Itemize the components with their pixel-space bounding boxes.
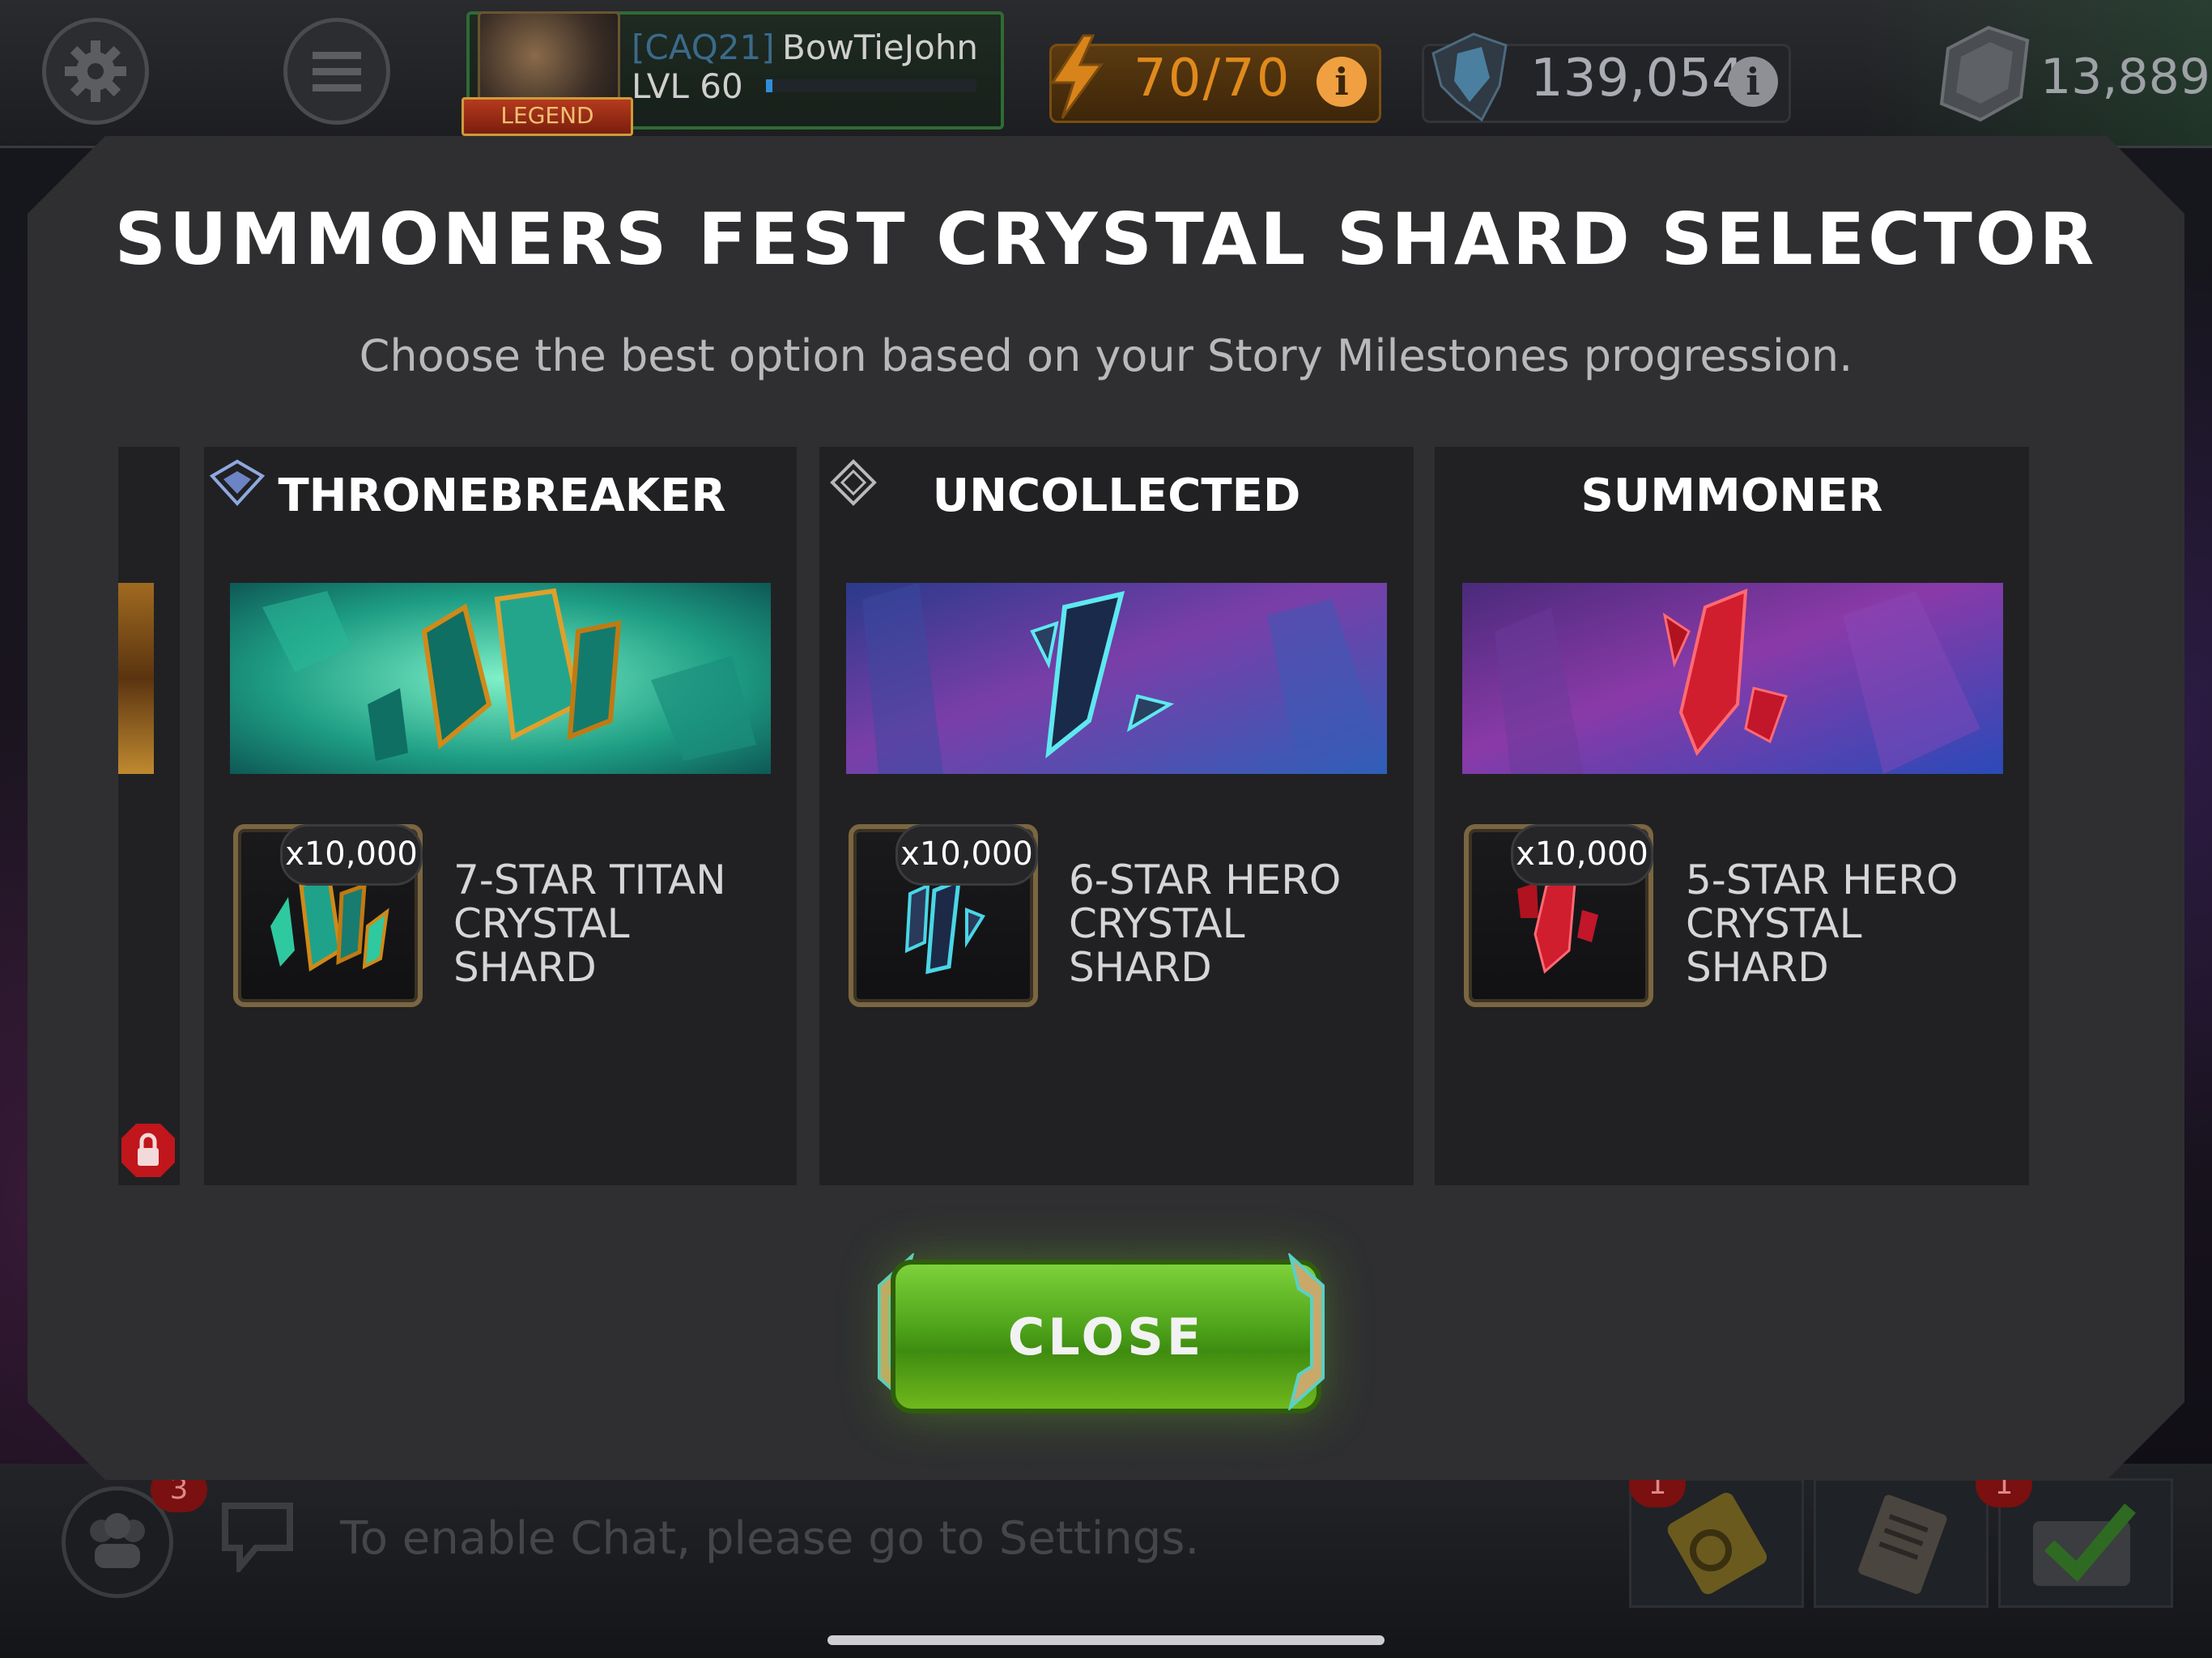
alliance-tag: [CAQ21]: [632, 28, 775, 67]
gear-icon: [65, 40, 126, 102]
objectives-button[interactable]: [1814, 1478, 1989, 1608]
card-title: SUMMONER: [1580, 470, 1883, 522]
card-title: UNCOLLECTED: [932, 470, 1301, 522]
uncollected-banner-image: [846, 583, 1387, 774]
lightning-icon: [1050, 34, 1104, 119]
summoner-banner-image: [1462, 583, 2003, 774]
close-button[interactable]: CLOSE: [891, 1260, 1321, 1414]
card-uncollected[interactable]: [819, 447, 1414, 1185]
settings-button[interactable]: [42, 18, 149, 125]
home-indicator[interactable]: [827, 1635, 1385, 1645]
clipboard-icon: [1858, 1494, 1947, 1594]
gold-value: 13,889: [2040, 49, 2210, 105]
card-summoner[interactable]: [1435, 447, 2029, 1185]
xp-bar-fill: [766, 79, 772, 92]
xp-bar: [766, 79, 976, 92]
gold-bar-icon: [1939, 25, 2030, 122]
thronebreaker-banner-image: [230, 583, 771, 774]
item-name-line1: 7-STAR TITAN: [453, 857, 726, 903]
item-name-line2: CRYSTAL SHARD: [1686, 900, 1862, 991]
modal-title: SUMMONERS FEST CRYSTAL SHARD SELECTOR: [114, 198, 2098, 281]
units-crystal-icon: [1431, 32, 1508, 122]
menu-button[interactable]: [283, 18, 390, 125]
units-value: 139,054: [1530, 49, 1745, 108]
quantity-badge: x10,000: [280, 824, 423, 886]
item-name: 6-STAR HERO CRYSTAL SHARD: [1069, 858, 1393, 989]
quantity-badge: x10,000: [1511, 824, 1653, 886]
units-info-icon[interactable]: i: [1728, 57, 1778, 107]
close-button-right-ornament: [1287, 1253, 1325, 1410]
item-name-line2: CRYSTAL SHARD: [1069, 900, 1245, 991]
energy-info-icon[interactable]: i: [1317, 57, 1367, 107]
thronebreaker-rank-icon: [209, 459, 266, 506]
item-name: 5-STAR HERO CRYSTAL SHARD: [1686, 858, 2010, 989]
quantity-badge: x10,000: [895, 824, 1038, 886]
previous-card-image-partial: [118, 583, 154, 774]
people-icon: [90, 1513, 145, 1568]
item-name-line1: 5-STAR HERO: [1686, 857, 1959, 903]
previous-card-partial[interactable]: [118, 447, 180, 1185]
player-name: BowTieJohn: [782, 28, 979, 67]
modal-subtitle: Choose the best option based on your Sto…: [359, 330, 1853, 381]
lock-icon: [121, 1124, 175, 1177]
item-name-line1: 6-STAR HERO: [1069, 857, 1342, 903]
card-thronebreaker[interactable]: [204, 447, 797, 1185]
energy-value: 70/70: [1134, 49, 1291, 108]
chat-disabled-message[interactable]: To enable Chat, please go to Settings.: [340, 1512, 1199, 1565]
player-level: LVL 60: [632, 66, 743, 106]
item-name: 7-STAR TITAN CRYSTAL SHARD: [453, 858, 777, 989]
rank-badge: LEGEND: [462, 97, 633, 136]
chat-bubble-icon[interactable]: [219, 1499, 296, 1572]
card-title: THRONEBREAKER: [278, 470, 726, 522]
hamburger-icon: [313, 52, 361, 91]
item-name-line2: CRYSTAL SHARD: [453, 900, 630, 991]
